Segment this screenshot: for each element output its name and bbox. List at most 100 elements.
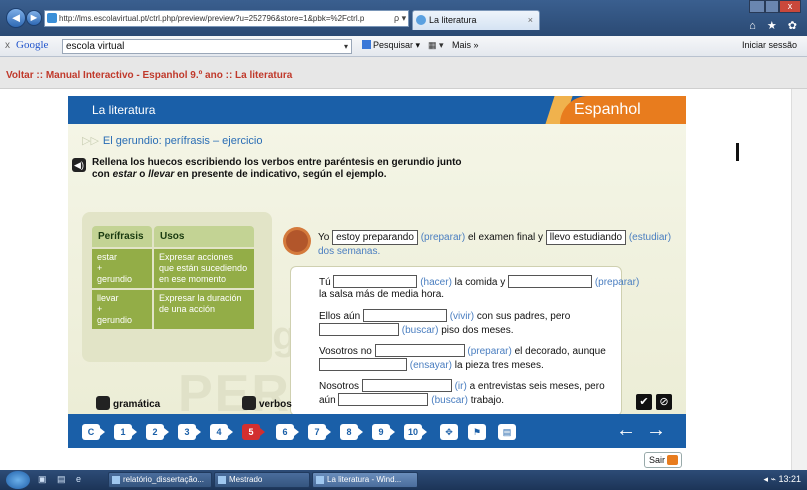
address-bar[interactable]: http://lms.escolavirtual.pt/ctrl.php/pre… (44, 10, 409, 27)
exercise-title-text: El gerundio: perífrasis – ejercicio (102, 135, 263, 147)
verb-hint: (hacer) (417, 277, 452, 288)
nav-page-3[interactable]: 3 (178, 424, 201, 440)
exercise-text: la pieza tres meses. (452, 360, 544, 371)
sun-icon (286, 230, 308, 252)
ie-icon (416, 15, 426, 25)
exercise-text: Tú (319, 277, 334, 288)
cell-line: + (97, 263, 103, 273)
verbos-button[interactable]: verbos (242, 396, 292, 410)
nav-page-7[interactable]: 7 (308, 424, 331, 440)
nav-page-10[interactable]: 10 (404, 424, 427, 440)
home-favorites-tools-icons[interactable]: ⌂ ★ ✿ (749, 19, 801, 32)
forward-button[interactable]: ► (26, 10, 42, 26)
toolbar-close-icon[interactable]: x (5, 40, 10, 51)
notes-icon[interactable]: ▤ (498, 424, 516, 440)
nav-page-5[interactable]: 5 (242, 424, 265, 440)
quick-launch-icons[interactable]: ▣ ▤ e (38, 474, 85, 485)
answer-input[interactable] (374, 344, 465, 357)
verb-hint: (preparar) (592, 277, 640, 288)
verb-hint: (ensayar) (407, 360, 453, 371)
list-icon (242, 396, 256, 410)
instructions-llevar: llevar (148, 169, 175, 180)
back-button[interactable]: ◄ (6, 8, 26, 28)
exercise-text: piso dos meses. (438, 325, 514, 336)
footer-strip: Sair (68, 448, 686, 472)
exercise-line: Vosotros no (preparar) el decorado, aunq… (319, 344, 606, 358)
gramatica-button[interactable]: gramática (96, 396, 160, 410)
document-icon (112, 476, 120, 484)
breadcrumb[interactable]: Voltar :: Manual Interactivo - Espanhol … (6, 70, 292, 81)
maximize-button[interactable] (765, 0, 779, 13)
nav-page-6[interactable]: 6 (276, 424, 299, 440)
interactive-manual: La literatura Espanhol Erg PERÍFRA ▷▷El … (68, 96, 686, 482)
exercise-text: a entrevistas seis meses, pero (466, 381, 605, 392)
check-icon[interactable]: ✔ (636, 394, 652, 410)
taskbar-item-browser[interactable]: La literatura - Wind... (312, 472, 418, 488)
table-cell: llevar + gerundio (92, 290, 152, 329)
google-search-input[interactable]: escola virtual ▾ (62, 39, 352, 54)
sign-in-link[interactable]: Iniciar sessão (742, 40, 797, 50)
exercise-text: Vosotros no (319, 346, 375, 357)
address-controls[interactable]: ρ ▾ C ✕ (391, 11, 408, 26)
answer-input[interactable] (362, 309, 447, 322)
nav-page-c[interactable]: C (82, 424, 105, 440)
arrow-left-icon[interactable]: ← (616, 420, 636, 440)
pesquisar-button[interactable]: Pesquisar ▾ (362, 40, 420, 51)
verb-hint: (ir) (451, 381, 467, 392)
exercise-text: el decorado, aunque (511, 346, 606, 357)
table-row: llevar + gerundio Expresar la duración de … (92, 290, 254, 329)
scrollbar[interactable] (791, 89, 807, 470)
arrow-right-icon[interactable]: → (646, 420, 666, 440)
minimize-button[interactable] (749, 0, 765, 13)
instructions-text: con (92, 169, 113, 180)
answer-input[interactable] (333, 275, 418, 288)
flag-icon[interactable]: ⚑ (468, 424, 486, 440)
taskbar-item-relatorio[interactable]: relatório_dissertação... (108, 472, 212, 488)
tab-title: La literatura (429, 15, 477, 25)
exercise-text: trabajo. (467, 395, 505, 406)
table-cell: Expresar acciones que están sucediendo e… (154, 249, 254, 288)
nav-page-9[interactable]: 9 (372, 424, 395, 440)
verb-hint: (estudiar) (626, 232, 672, 243)
cell-line: gerundio (97, 274, 133, 284)
url-text: http://lms.escolavirtual.pt/ctrl.php/pre… (59, 14, 365, 23)
system-tray: ◂ ⌁ 13:21 (763, 474, 801, 484)
reset-icon[interactable]: ⊘ (656, 394, 672, 410)
exercise-line: Nosotros (ir) a entrevistas seis meses, … (319, 379, 605, 393)
double-arrow-icon: ▷▷ (82, 135, 99, 147)
taskbar: ▣ ▤ e relatório_dissertação... Mestrado … (0, 470, 807, 490)
tab-la-literatura[interactable]: La literatura × (412, 10, 540, 30)
start-button[interactable] (6, 471, 30, 489)
brand-label: Espanhol (560, 96, 686, 124)
example-text: el examen final y (465, 232, 546, 243)
example-text: dos semanas. (318, 246, 381, 257)
nav-page-1[interactable]: 1 (114, 424, 137, 440)
answer-input[interactable] (508, 275, 593, 288)
verb-hint: (preparar) (464, 346, 512, 357)
answer-input[interactable] (319, 323, 399, 336)
close-window-button[interactable]: x (779, 0, 801, 13)
task-label: relatório_dissertação... (123, 475, 204, 484)
answer-input[interactable] (361, 379, 452, 392)
toolbar-options-button[interactable]: ▦ ▾ (428, 40, 444, 51)
instructions-estar: estar (112, 169, 137, 180)
answer-input[interactable] (319, 358, 407, 371)
answer-input[interactable] (338, 393, 429, 406)
tab-close-icon[interactable]: × (528, 11, 533, 29)
verb-hint: (buscar) (428, 395, 468, 406)
sair-button[interactable]: Sair (644, 452, 682, 468)
verb-hint: (buscar) (399, 325, 439, 336)
example-text: Yo (318, 232, 333, 243)
move-icon[interactable]: ✥ (440, 424, 458, 440)
sair-label: Sair (649, 455, 666, 465)
nav-page-4[interactable]: 4 (210, 424, 233, 440)
chevron-down-icon[interactable]: ▾ (344, 40, 348, 53)
speaker-icon[interactable]: ◀) (72, 158, 86, 172)
nav-page-2[interactable]: 2 (146, 424, 169, 440)
nav-page-8[interactable]: 8 (340, 424, 363, 440)
table-header-perifrasis: Perífrasis (92, 226, 152, 247)
taskbar-item-mestrado[interactable]: Mestrado (214, 472, 310, 488)
google-logo: Google (16, 39, 49, 51)
breadcrumb-bar: Voltar :: Manual Interactivo - Espanhol … (0, 57, 807, 89)
mais-button[interactable]: Mais » (452, 40, 479, 50)
